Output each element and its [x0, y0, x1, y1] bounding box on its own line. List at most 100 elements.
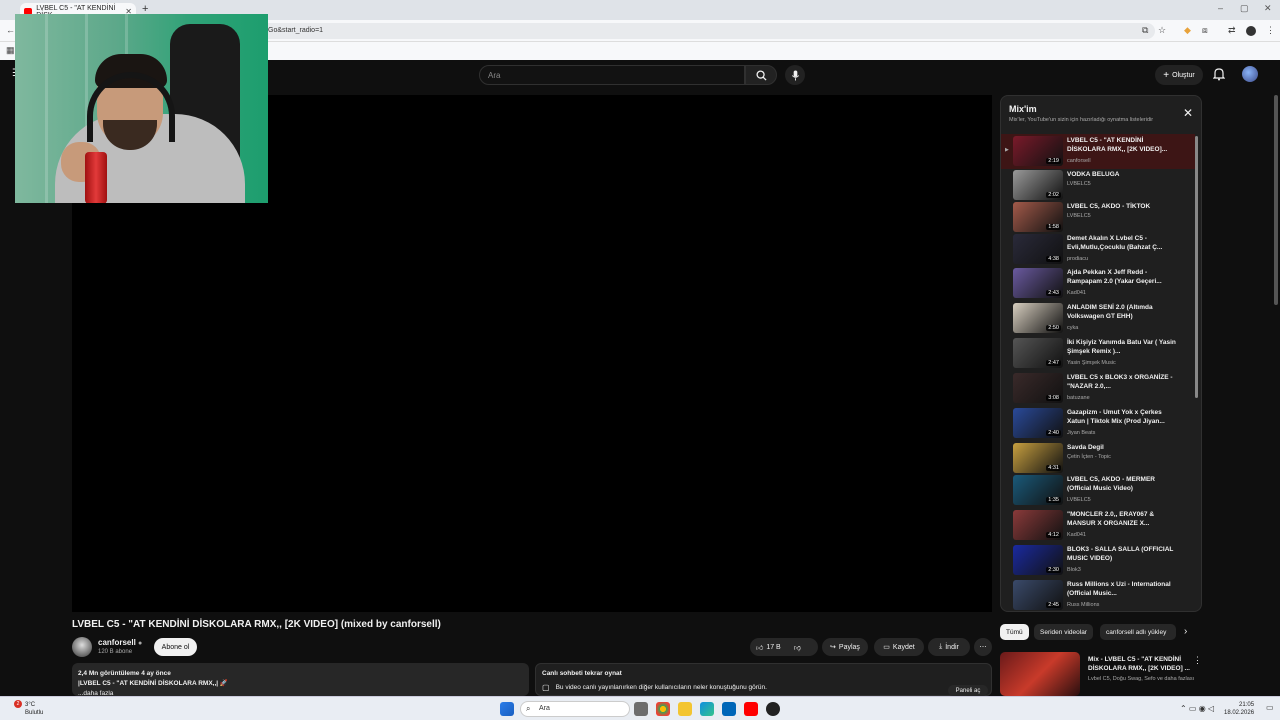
- mix-item[interactable]: 2:43 Ajda Pekkan X Jeff Redd - Rampapam 2…: [1001, 266, 1195, 301]
- profile-icon[interactable]: [1246, 26, 1256, 36]
- mix-item[interactable]: 4:31 Savda Degil Çetin İçten - Topic: [1001, 441, 1195, 476]
- download-button[interactable]: ⤓ İndir: [928, 638, 970, 656]
- system-tray-icons[interactable]: ⌃ ▭ ◉ ◁: [1180, 704, 1214, 713]
- mix-duration: 2:40: [1046, 430, 1061, 436]
- chip-uploader[interactable]: canforsell adlı yükley: [1100, 624, 1176, 640]
- channel-avatar[interactable]: [72, 637, 92, 657]
- description-box[interactable]: 2,4 Mn görüntüleme 4 ay önce |LVBEL C5 -…: [72, 663, 529, 697]
- search-placeholder: Ara: [488, 71, 501, 80]
- sync-icon[interactable]: ⇄: [1228, 25, 1236, 36]
- taskbar-search-icon: ⌕: [526, 704, 531, 713]
- close-icon[interactable]: ✕: [1183, 106, 1193, 120]
- apps-grid-icon[interactable]: ▦: [6, 45, 15, 56]
- mix-item-title: LVBEL C5 x BLOK3 x ORGANİZE - "NAZAR 2.0…: [1067, 374, 1173, 390]
- file-explorer-icon[interactable]: [678, 702, 692, 716]
- subscribe-button[interactable]: Abone ol: [154, 638, 197, 656]
- cast-icon[interactable]: ⧉: [1142, 25, 1148, 36]
- mix-thumbnail: 1:58: [1013, 202, 1063, 232]
- mix-item-channel: canforsell: [1067, 158, 1091, 164]
- mix-item-title: ANLADIM SENİ 2.0 (Altımda Volkswagen GT …: [1067, 304, 1153, 320]
- mix-item[interactable]: 1:35 LVBEL C5, AKDO - MERMER (Official Mu…: [1001, 473, 1195, 508]
- extension-icon[interactable]: ◆: [1184, 25, 1191, 36]
- taskbar-search[interactable]: ⌕ Ara: [520, 701, 630, 717]
- mix-item[interactable]: 2:47 İki Kişiyiz Yanımda Batu Var ( Yasin…: [1001, 336, 1195, 371]
- url-text: Go&start_radio=1: [268, 27, 324, 34]
- wall-panel: [45, 14, 48, 203]
- mix-item[interactable]: 2:30 BLOK3 - SALLA SALLA (OFFICIAL MUSIC …: [1001, 543, 1195, 578]
- app-icon[interactable]: [766, 702, 780, 716]
- video-title: LVBEL C5 - "AT KENDİNİ DİSKOLARA RMX,, […: [72, 619, 441, 630]
- chevron-right-icon[interactable]: ›: [1184, 626, 1187, 637]
- recommendation-title[interactable]: Mix - LVBEL C5 - "AT KENDİNİ DİSKOLARA R…: [1088, 655, 1190, 673]
- recommendation-menu-icon[interactable]: ⋮: [1193, 655, 1202, 666]
- like-button[interactable]: 👍︎ 17 B: [756, 643, 781, 652]
- mix-item-channel: Kad041: [1067, 532, 1086, 538]
- share-icon: ↪: [830, 644, 836, 651]
- share-label: Paylaş: [838, 643, 860, 651]
- store-icon[interactable]: [722, 702, 736, 716]
- mix-duration: 2:19: [1046, 158, 1061, 164]
- create-button[interactable]: + Oluştur: [1155, 65, 1203, 85]
- download-label: İndir: [945, 643, 959, 651]
- mix-item-channel: Jiyan Beats: [1067, 430, 1096, 436]
- voice-search-button[interactable]: [785, 65, 805, 85]
- chip-all[interactable]: Tümü: [1000, 624, 1029, 640]
- mix-item[interactable]: 4:38 Demet Akalın X Lvbel C5 - Evli,Mutlu…: [1001, 232, 1195, 267]
- mix-thumbnail: 2:40: [1013, 408, 1063, 438]
- menu-dots-icon[interactable]: ⋮: [1266, 25, 1275, 36]
- youtube-app-icon[interactable]: [744, 702, 758, 716]
- notification-icon[interactable]: ▭: [1266, 703, 1274, 712]
- taskbar-search-placeholder: Ara: [539, 705, 550, 712]
- thumbs-up-icon: 👍︎: [756, 644, 764, 652]
- task-view-icon[interactable]: [634, 702, 648, 716]
- mix-item[interactable]: 2:50 ANLADIM SENİ 2.0 (Altımda Volkswagen…: [1001, 301, 1195, 336]
- mix-item[interactable]: 2:40 Gazapizm - Umut Yok x Çerkes Xatun |…: [1001, 406, 1195, 441]
- channel-name[interactable]: canforsell ●: [98, 638, 142, 647]
- clock[interactable]: 21:05 18.02.2026: [1224, 701, 1254, 717]
- mix-item[interactable]: 3:08 LVBEL C5 x BLOK3 x ORGANİZE - "NAZAR…: [1001, 371, 1195, 406]
- chrome-icon[interactable]: [656, 702, 670, 716]
- open-chat-panel-button[interactable]: Paneli aç: [948, 685, 988, 696]
- mix-item-channel: LVBELC5: [1067, 497, 1091, 503]
- maximize-button[interactable]: ▢: [1240, 3, 1249, 14]
- page-scrollbar[interactable]: [1274, 95, 1278, 305]
- save-button[interactable]: ▭ Kaydet: [874, 638, 924, 656]
- minimize-button[interactable]: –: [1218, 3, 1223, 13]
- notifications-bell-icon[interactable]: [1213, 67, 1225, 81]
- mix-item-title: İki Kişiyiz Yanımda Batu Var ( Yasin Şim…: [1067, 339, 1176, 355]
- mix-item-channel: prodiacu: [1067, 256, 1089, 262]
- chip-series[interactable]: Seriden videolar: [1034, 624, 1093, 640]
- extensions-puzzle-icon[interactable]: ⧈: [1202, 25, 1208, 36]
- mix-thumbnail: 2:19: [1013, 136, 1063, 166]
- mix-item-channel: Blok3: [1067, 567, 1081, 573]
- close-window-button[interactable]: ✕: [1264, 3, 1272, 14]
- mix-item[interactable]: 1:58 LVBEL C5, AKDO - TİKTOK LVBELC5: [1001, 200, 1195, 235]
- dislike-button[interactable]: 👎︎: [794, 643, 801, 652]
- mix-item[interactable]: 2:02 VODKA BELUGA LVBELC5: [1001, 168, 1195, 203]
- more-actions-button[interactable]: ⋯: [974, 638, 992, 656]
- mix-item[interactable]: 4:12 "MONCLER 2.0,, ERAY067 & MANSUR X OR…: [1001, 508, 1195, 543]
- search-input[interactable]: Ara: [479, 65, 745, 85]
- recommendation-thumbnail[interactable]: [1000, 652, 1080, 696]
- mix-duration: 4:31: [1046, 465, 1061, 471]
- share-button[interactable]: ↪ Paylaş: [822, 638, 868, 656]
- mix-item-title: Savda Degil: [1067, 444, 1104, 451]
- search-button[interactable]: [745, 65, 777, 85]
- start-menu-icon[interactable]: [500, 702, 514, 716]
- bookmark-star-icon[interactable]: ☆: [1158, 25, 1166, 36]
- edge-icon[interactable]: [700, 702, 714, 716]
- views-date: 2,4 Mn görüntüleme 4 ay önce: [78, 670, 171, 677]
- clock-time: 21:05: [1239, 702, 1255, 708]
- mix-item[interactable]: ▶ 2:19 LVBEL C5 - "AT KENDİNİ DİSKOLARA RM…: [1001, 134, 1195, 169]
- mix-item-channel: LVBELC5: [1067, 213, 1091, 219]
- url-field[interactable]: Go&start_radio=1: [140, 23, 1155, 39]
- mix-item-title: Demet Akalın X Lvbel C5 - Evli,Mutlu,Çoc…: [1067, 235, 1163, 251]
- mix-item[interactable]: 2:45 Russ Millions x Uzi - International …: [1001, 578, 1195, 611]
- webcam-overlay: [15, 14, 268, 203]
- back-icon[interactable]: ←: [6, 25, 15, 35]
- weather-widget[interactable]: 3°C Bulutlu: [25, 701, 43, 717]
- account-avatar[interactable]: [1242, 66, 1258, 82]
- mix-scrollbar[interactable]: [1195, 136, 1198, 398]
- channel-name-text: canforsell: [98, 638, 136, 647]
- mix-duration: 4:12: [1046, 532, 1061, 538]
